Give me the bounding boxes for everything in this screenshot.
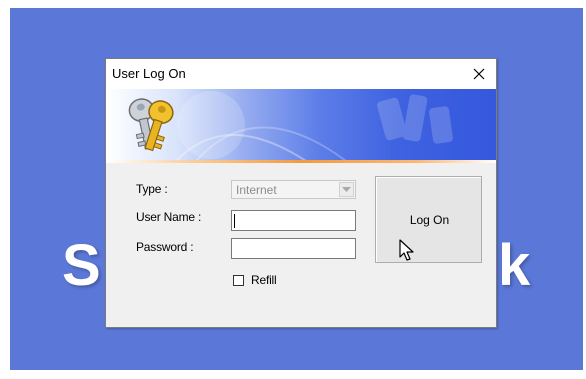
mouse-pointer-icon <box>399 239 414 261</box>
username-input[interactable] <box>231 210 356 231</box>
password-label: Password : <box>136 240 194 254</box>
banner-accent-line <box>106 160 496 163</box>
log-on-button[interactable]: Log On <box>375 176 482 263</box>
log-on-button-label: Log On <box>409 213 450 227</box>
brand-text-right: k <box>498 233 531 298</box>
password-input[interactable] <box>231 238 356 259</box>
log-on-dialog: User Log On Type: Internet User Name: … <box>105 58 497 328</box>
text-caret <box>234 214 235 228</box>
desktop: S k User Log On Type: Internet User Nam… <box>0 0 586 379</box>
dialog-banner <box>106 89 496 161</box>
dialog-title: User Log On <box>112 66 186 81</box>
close-button[interactable] <box>462 59 496 89</box>
refill-checkbox[interactable] <box>233 275 244 286</box>
keys-icon <box>128 98 174 152</box>
type-label: Type : <box>136 182 168 196</box>
type-select: Internet <box>231 180 356 199</box>
chevron-down-icon <box>339 182 354 197</box>
close-icon <box>473 68 485 80</box>
dialog-titlebar: User Log On <box>106 59 496 89</box>
brand-text-left: S <box>62 233 101 298</box>
username-label: User Name : <box>136 210 202 224</box>
refill-label: Refill <box>251 273 277 287</box>
type-select-value: Internet <box>236 183 277 197</box>
